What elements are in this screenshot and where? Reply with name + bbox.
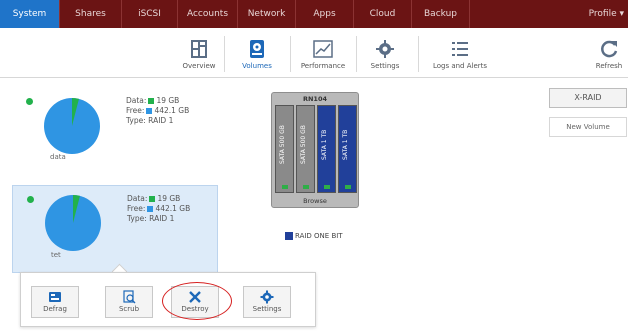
nav-shares[interactable]: Shares bbox=[60, 0, 122, 28]
used-swatch bbox=[148, 98, 155, 104]
toolbar-overview[interactable]: Overview bbox=[166, 28, 232, 78]
volume-usage-pie bbox=[44, 98, 100, 154]
toolbar-refresh[interactable]: Refresh bbox=[590, 28, 628, 78]
raid-legend: RAID ONE BIT bbox=[283, 232, 343, 240]
volume-type-value: RAID 1 bbox=[148, 116, 174, 125]
volume-free-row: Free: 442.1 GB bbox=[127, 204, 190, 214]
volume-data-label: Data: bbox=[126, 96, 147, 105]
volume-type-label: Type: bbox=[126, 116, 146, 125]
free-swatch bbox=[146, 108, 153, 114]
disk-label: SATA 1 TB bbox=[342, 129, 349, 161]
volume-card-data[interactable]: data Data: 19 GB Free: 442.1 GB Type: RAID… bbox=[12, 88, 218, 176]
volume-type-row: Type: RAID 1 bbox=[127, 214, 190, 224]
volume-stats: Data: 19 GB Free: 442.1 GB Type: RAID 1 bbox=[127, 194, 190, 224]
enclosure-title: RN104 bbox=[302, 95, 327, 103]
toolbar-volumes-label: Volumes bbox=[242, 62, 272, 70]
settings-gear-icon bbox=[260, 290, 274, 304]
volumes-icon bbox=[250, 40, 264, 58]
volume-usage-pie bbox=[45, 195, 101, 251]
volume-data-value: 19 GB bbox=[157, 194, 181, 203]
volume-data-row: Data: 19 GB bbox=[127, 194, 190, 204]
top-navigation-bar: System Shares iSCSI Accounts Network App… bbox=[0, 0, 628, 28]
disk-bay[interactable]: SATA 500 GB bbox=[296, 105, 315, 193]
disk-bay[interactable]: SATA 1 TB bbox=[317, 105, 336, 193]
nav-accounts[interactable]: Accounts bbox=[178, 0, 238, 28]
volume-name: tet bbox=[51, 251, 61, 259]
volume-type-value: RAID 1 bbox=[149, 214, 175, 223]
nav-iscsi[interactable]: iSCSI bbox=[122, 0, 178, 28]
browse-link[interactable]: Browse bbox=[272, 197, 358, 205]
disk-label: SATA 500 GB bbox=[300, 125, 307, 165]
toolbar-logs[interactable]: Logs and Alerts bbox=[422, 28, 498, 78]
toolbar-settings-label: Settings bbox=[370, 62, 400, 70]
volume-free-value: 442.1 GB bbox=[155, 204, 191, 213]
disk-bay[interactable]: SATA 500 GB bbox=[275, 105, 294, 193]
defrag-label: Defrag bbox=[43, 305, 67, 313]
volume-settings-label: Settings bbox=[252, 305, 282, 313]
toolbar-divider bbox=[418, 36, 419, 72]
refresh-icon bbox=[601, 40, 618, 58]
volume-data-value: 19 GB bbox=[156, 96, 180, 105]
nav-system[interactable]: System bbox=[0, 0, 60, 28]
volume-free-row: Free: 442.1 GB bbox=[126, 106, 189, 116]
destroy-highlight-circle bbox=[162, 282, 232, 320]
volume-stats: Data: 19 GB Free: 442.1 GB Type: RAID 1 bbox=[126, 96, 189, 126]
volume-card-tet[interactable]: tet Data: 19 GB Free: 442.1 GB Type: RAID … bbox=[12, 185, 218, 273]
disk-status-led bbox=[303, 185, 309, 189]
disk-status-led bbox=[282, 185, 288, 189]
toolbar-overview-label: Overview bbox=[182, 62, 216, 70]
new-volume-button[interactable]: New Volume bbox=[549, 117, 627, 137]
toolbar-settings[interactable]: Settings bbox=[352, 28, 418, 78]
used-swatch bbox=[149, 196, 156, 202]
performance-icon bbox=[313, 40, 333, 58]
volume-settings-button[interactable]: Settings bbox=[243, 286, 291, 318]
disk-label: SATA 1 TB bbox=[321, 129, 328, 161]
disk-status-led bbox=[345, 185, 351, 189]
nav-backup[interactable]: Backup bbox=[412, 0, 470, 28]
raid-legend-text: RAID ONE BIT bbox=[295, 232, 343, 240]
volume-free-label: Free: bbox=[126, 106, 145, 115]
defrag-button[interactable]: Defrag bbox=[31, 286, 79, 318]
profile-menu[interactable]: Profile ▾ bbox=[589, 0, 624, 28]
system-toolbar: Overview Volumes Performance Settings Lo… bbox=[0, 28, 628, 78]
volume-status-dot bbox=[27, 196, 34, 203]
nav-apps[interactable]: Apps bbox=[296, 0, 354, 28]
scrub-button[interactable]: Scrub bbox=[105, 286, 153, 318]
volume-type-row: Type: RAID 1 bbox=[126, 116, 189, 126]
toolbar-performance[interactable]: Performance bbox=[290, 28, 356, 78]
nav-network[interactable]: Network bbox=[238, 0, 296, 28]
xraid-button[interactable]: X-RAID bbox=[549, 88, 627, 108]
disk-bay[interactable]: SATA 1 TB bbox=[338, 105, 357, 193]
overview-icon bbox=[191, 40, 207, 58]
volume-free-label: Free: bbox=[127, 204, 146, 213]
volume-name: data bbox=[50, 153, 66, 161]
scrub-label: Scrub bbox=[118, 305, 140, 313]
toolbar-performance-label: Performance bbox=[300, 62, 346, 70]
raid-swatch bbox=[285, 232, 293, 240]
disk-label: SATA 500 GB bbox=[279, 125, 286, 165]
nav-cloud[interactable]: Cloud bbox=[354, 0, 412, 28]
toolbar-logs-label: Logs and Alerts bbox=[432, 62, 488, 70]
volume-type-label: Type: bbox=[127, 214, 147, 223]
disk-status-led bbox=[324, 185, 330, 189]
free-swatch bbox=[147, 206, 154, 212]
nas-enclosure: RN104 SATA 500 GB SATA 500 GB SATA 1 TB … bbox=[271, 92, 359, 208]
defrag-icon bbox=[49, 292, 61, 302]
toolbar-volumes[interactable]: Volumes bbox=[224, 28, 290, 78]
volume-free-value: 442.1 GB bbox=[154, 106, 190, 115]
scrub-icon bbox=[123, 290, 136, 304]
volume-data-row: Data: 19 GB bbox=[126, 96, 189, 106]
volume-data-label: Data: bbox=[127, 194, 148, 203]
logs-icon bbox=[452, 42, 468, 56]
volume-status-dot bbox=[26, 98, 33, 105]
settings-gear-icon bbox=[376, 40, 394, 58]
toolbar-refresh-label: Refresh bbox=[595, 62, 623, 70]
